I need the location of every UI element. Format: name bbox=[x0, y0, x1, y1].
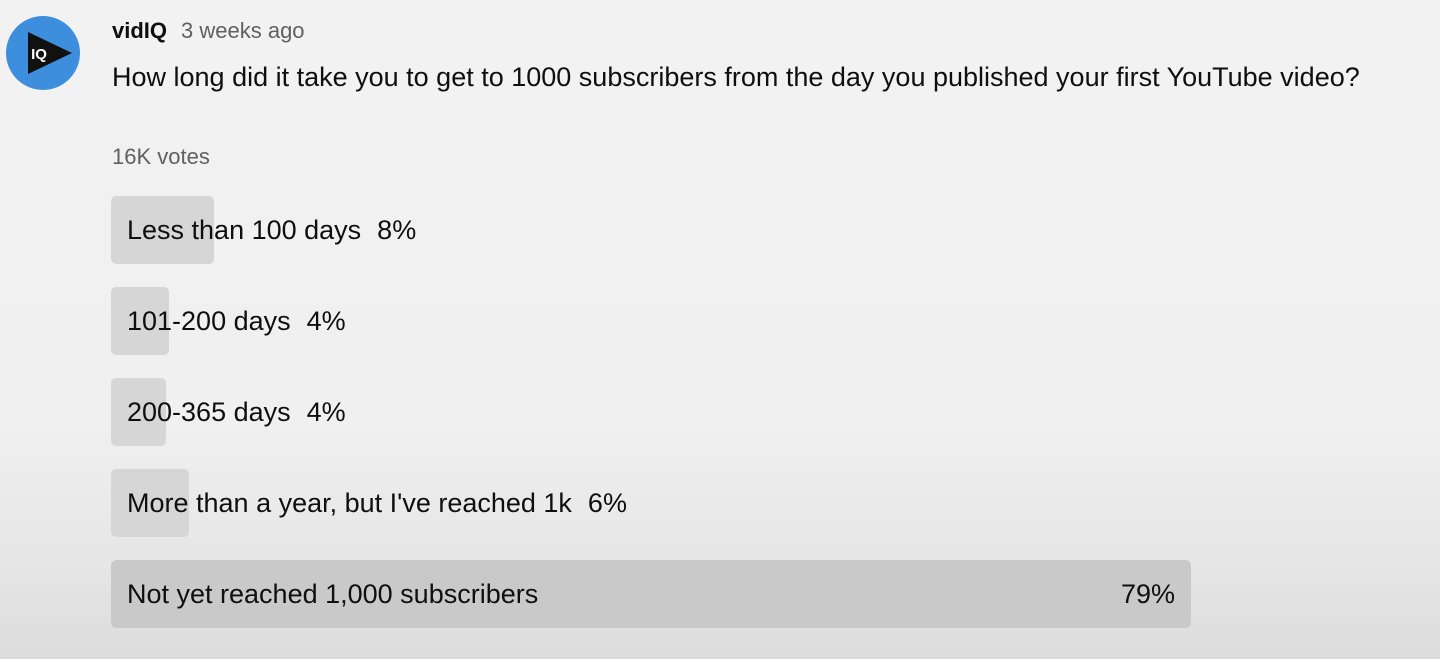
option-row: Not yet reached 1,000 subscribers 79% bbox=[127, 560, 1175, 628]
option-percent: 8% bbox=[377, 214, 417, 245]
option-percent: 4% bbox=[306, 305, 346, 336]
poll-option[interactable]: Not yet reached 1,000 subscribers 79% bbox=[111, 560, 1191, 628]
poll-option[interactable]: More than a year, but I've reached 1k 6% bbox=[111, 469, 1191, 537]
option-row: 200-365 days 4% bbox=[127, 378, 1175, 446]
option-label: Not yet reached 1,000 subscribers bbox=[127, 578, 539, 609]
poll-question: How long did it take you to get to 1000 … bbox=[112, 62, 1360, 92]
channel-avatar[interactable]: IQ bbox=[6, 16, 80, 90]
avatar-text: IQ bbox=[31, 46, 47, 63]
option-label: More than a year, but I've reached 1k bbox=[127, 487, 572, 518]
option-percent: 6% bbox=[587, 487, 627, 518]
poll-options: Less than 100 days 8% 101-200 days 4% 20… bbox=[111, 196, 1191, 651]
vote-count: 16K votes bbox=[112, 144, 210, 169]
option-percent: 79% bbox=[1120, 578, 1175, 609]
option-label: 101-200 days bbox=[127, 305, 291, 336]
post-header: vidIQ 3 weeks ago bbox=[112, 18, 305, 48]
post-timestamp[interactable]: 3 weeks ago bbox=[181, 18, 305, 44]
poll-option[interactable]: Less than 100 days 8% bbox=[111, 196, 1191, 264]
vidiq-logo-icon: IQ bbox=[28, 32, 72, 74]
option-row: Less than 100 days 8% bbox=[127, 196, 1175, 264]
option-label: Less than 100 days bbox=[127, 214, 362, 245]
option-percent: 4% bbox=[306, 396, 346, 427]
option-row: More than a year, but I've reached 1k 6% bbox=[127, 469, 1175, 537]
channel-name[interactable]: vidIQ bbox=[112, 18, 167, 44]
poll-option[interactable]: 101-200 days 4% bbox=[111, 287, 1191, 355]
option-label: 200-365 days bbox=[127, 396, 291, 427]
poll-option[interactable]: 200-365 days 4% bbox=[111, 378, 1191, 446]
community-poll-post: IQ vidIQ 3 weeks ago How long did it tak… bbox=[0, 0, 1440, 659]
option-row: 101-200 days 4% bbox=[127, 287, 1175, 355]
